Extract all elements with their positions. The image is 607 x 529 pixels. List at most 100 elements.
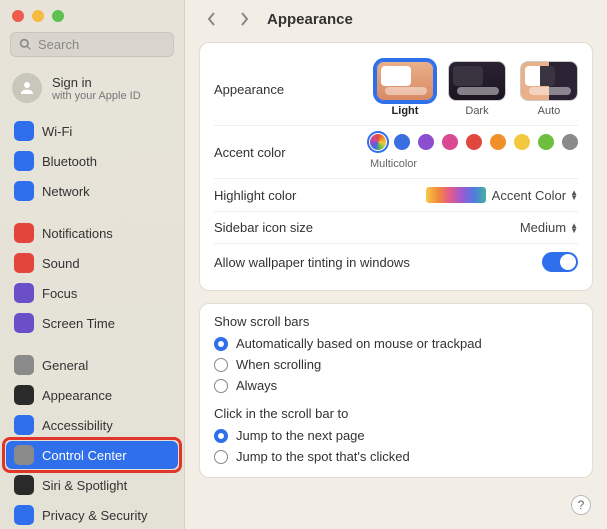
scrollbars-option[interactable]: Automatically based on mouse or trackpad (214, 333, 578, 354)
accent-swatch[interactable] (562, 134, 578, 150)
accent-swatch[interactable] (514, 134, 530, 150)
appearance-label: Appearance (214, 82, 354, 97)
wallpaper-tinting-toggle[interactable] (542, 252, 578, 272)
sidebar-item-label: Accessibility (42, 418, 113, 433)
sidebar-item-label: Focus (42, 286, 77, 301)
sidebar-item-general[interactable]: General (6, 351, 178, 379)
radio-icon (214, 429, 228, 443)
sidebar-item-icon (14, 505, 34, 525)
sidebar-item-label: Privacy & Security (42, 508, 147, 523)
radio-icon (214, 358, 228, 372)
sidebar-icon-size-select[interactable]: Medium ▲▼ (520, 220, 578, 235)
appearance-thumbnail (376, 61, 434, 101)
forward-button[interactable] (235, 10, 253, 28)
sidebar-item-label: Network (42, 184, 90, 199)
accent-swatch[interactable] (538, 134, 554, 150)
radio-label: Automatically based on mouse or trackpad (236, 336, 482, 351)
chevron-updown-icon: ▲▼ (570, 190, 578, 200)
radio-icon (214, 450, 228, 464)
sidebar-item-icon (14, 121, 34, 141)
sidebar-item-icon (14, 415, 34, 435)
accent-label: Accent color (214, 145, 354, 160)
avatar (12, 73, 42, 103)
sidebar-item-appearance[interactable]: Appearance (6, 381, 178, 409)
search-input[interactable]: Search (10, 32, 174, 57)
appearance-option-label: Auto (520, 105, 578, 117)
sidebar-item-sound[interactable]: Sound (6, 249, 178, 277)
content-header: Appearance (185, 0, 607, 36)
accent-swatch[interactable] (442, 134, 458, 150)
sidebar-item-icon (14, 475, 34, 495)
radio-label: Always (236, 378, 277, 393)
sidebar-item-icon (14, 445, 34, 465)
scrollclick-option[interactable]: Jump to the spot that's clicked (214, 446, 578, 467)
appearance-option-label: Dark (448, 105, 506, 117)
minimize-window-button[interactable] (32, 10, 44, 22)
close-window-button[interactable] (12, 10, 24, 22)
sidebar: Search Sign in with your Apple ID Wi-Fi B… (0, 0, 185, 529)
sidebar-item-label: Wi-Fi (42, 124, 72, 139)
sidebar-item-privacy-security[interactable]: Privacy & Security (6, 501, 178, 529)
accent-swatch[interactable] (466, 134, 482, 150)
highlight-color-select[interactable]: Accent Color ▲▼ (492, 188, 578, 203)
sidebar-item-icon (14, 283, 34, 303)
search-icon (19, 38, 32, 51)
sidebar-item-label: Notifications (42, 226, 113, 241)
accent-swatch[interactable] (394, 134, 410, 150)
help-button[interactable]: ? (571, 495, 591, 515)
sidebar-item-accessibility[interactable]: Accessibility (6, 411, 178, 439)
sidebar-item-icon (14, 151, 34, 171)
scroll-panel: Show scroll bars Automatically based on … (199, 303, 593, 478)
scrollbars-option[interactable]: Always (214, 375, 578, 396)
scrollbars-options: Automatically based on mouse or trackpad… (214, 333, 578, 396)
scrollclick-option[interactable]: Jump to the next page (214, 425, 578, 446)
sidebar-item-focus[interactable]: Focus (6, 279, 178, 307)
search-placeholder: Search (38, 37, 79, 52)
accent-selected-label: Multicolor (370, 158, 417, 170)
page-title: Appearance (267, 11, 353, 28)
appearance-option-light[interactable]: Light (376, 61, 434, 117)
sidebar-item-label: Sound (42, 256, 80, 271)
sidebar-item-icon (14, 253, 34, 273)
chevron-updown-icon: ▲▼ (570, 223, 578, 233)
accent-swatch[interactable] (490, 134, 506, 150)
sidebar-item-icon (14, 385, 34, 405)
appearance-option-dark[interactable]: Dark (448, 61, 506, 117)
sidebar-icon-size-label: Sidebar icon size (214, 220, 354, 235)
appearance-thumbnail (520, 61, 578, 101)
scrollbars-option[interactable]: When scrolling (214, 354, 578, 375)
wallpaper-tinting-label: Allow wallpaper tinting in windows (214, 255, 542, 270)
sidebar-item-siri-spotlight[interactable]: Siri & Spotlight (6, 471, 178, 499)
appearance-option-auto[interactable]: Auto (520, 61, 578, 117)
sign-in-subtitle: with your Apple ID (52, 90, 141, 102)
scrollbars-label: Show scroll bars (214, 314, 578, 329)
zoom-window-button[interactable] (52, 10, 64, 22)
appearance-panel: Appearance Light Dark Auto Accent color Mu… (199, 42, 593, 291)
accent-swatch[interactable] (370, 134, 386, 150)
accent-color-swatches (370, 134, 578, 150)
sidebar-item-label: Siri & Spotlight (42, 478, 127, 493)
accent-swatch[interactable] (418, 134, 434, 150)
sidebar-item-label: Screen Time (42, 316, 115, 331)
sidebar-item-notifications[interactable]: Notifications (6, 219, 178, 247)
sidebar-item-label: Appearance (42, 388, 112, 403)
sidebar-item-network[interactable]: Network (6, 177, 178, 205)
sidebar-item-bluetooth[interactable]: Bluetooth (6, 147, 178, 175)
radio-icon (214, 337, 228, 351)
sign-in-row[interactable]: Sign in with your Apple ID (0, 67, 184, 117)
appearance-option-label: Light (376, 105, 434, 117)
radio-label: When scrolling (236, 357, 321, 372)
sidebar-item-wi-fi[interactable]: Wi-Fi (6, 117, 178, 145)
content-pane: Appearance Appearance Light Dark Auto Acce… (185, 0, 607, 529)
sidebar-item-label: Control Center (42, 448, 127, 463)
radio-label: Jump to the spot that's clicked (236, 449, 410, 464)
appearance-options: Light Dark Auto (376, 61, 578, 117)
window-controls (0, 0, 184, 28)
sidebar-item-icon (14, 313, 34, 333)
back-button[interactable] (203, 10, 221, 28)
sidebar-item-control-center[interactable]: Control Center (6, 441, 178, 469)
sign-in-title: Sign in (52, 75, 141, 90)
appearance-thumbnail (448, 61, 506, 101)
sidebar-item-screen-time[interactable]: Screen Time (6, 309, 178, 337)
sidebar-item-label: Bluetooth (42, 154, 97, 169)
